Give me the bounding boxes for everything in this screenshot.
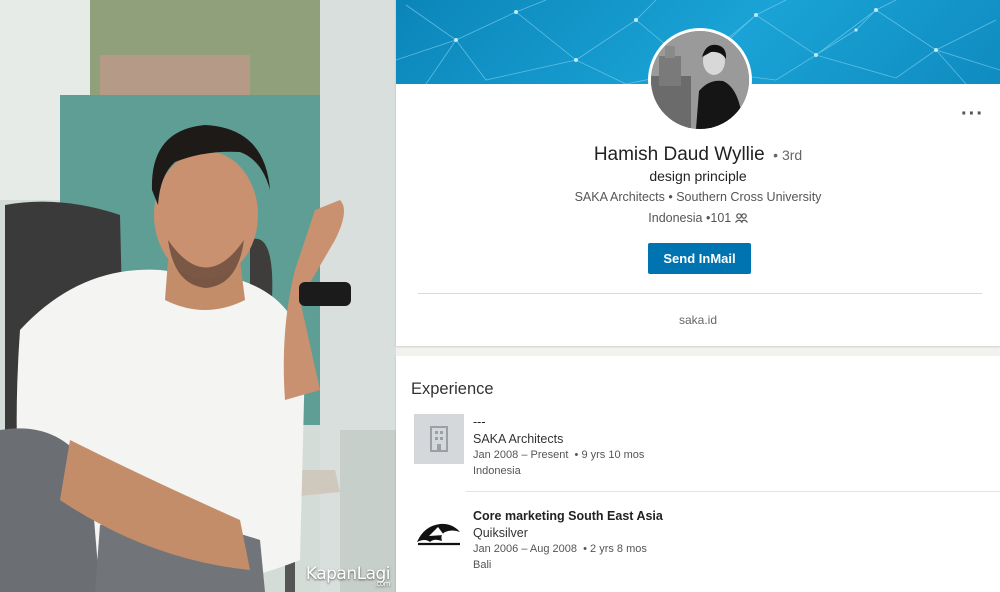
connections-count[interactable]: •101: [706, 211, 731, 225]
watermark-logo: KapanLagi .com: [305, 564, 391, 588]
profile-headline: design principle: [649, 168, 747, 184]
profile-location-row: Indonesia •101: [396, 211, 1000, 225]
experience-role: Core marketing South East Asia: [473, 509, 663, 523]
experience-dates: Jan 2008 – Present • 9 yrs 10 mos: [473, 449, 645, 461]
send-inmail-button[interactable]: Send InMail: [648, 243, 751, 274]
avatar-image: [651, 31, 749, 129]
experience-company: SAKA Architects: [473, 432, 564, 446]
building-icon: [414, 414, 464, 464]
photo-illustration: [0, 0, 396, 592]
profile-name: Hamish Daud Wyllie: [593, 144, 765, 165]
card-divider: [418, 293, 982, 294]
experience-divider: [466, 491, 1000, 492]
experience-location: Bali: [473, 559, 492, 571]
more-options-button[interactable]: ···: [961, 104, 984, 124]
experience-company: Quiksilver: [473, 526, 528, 540]
connection-degree: • 3rd: [773, 147, 803, 163]
quiksilver-logo-icon: [414, 508, 464, 558]
experience-details: Core marketing South East Asia Quiksilve…: [473, 508, 663, 573]
linkedin-profile: ··· Hamish Daud Wyllie • 3rd design prin…: [396, 0, 1000, 592]
profile-photo-large: KapanLagi .com: [0, 0, 396, 592]
experience-heading: Experience: [411, 380, 494, 398]
profile-website-link[interactable]: saka.id: [396, 313, 1000, 327]
ellipsis-icon: ···: [961, 103, 984, 125]
experience-dates: Jan 2006 – Aug 2008 • 2 yrs 8 mos: [473, 543, 647, 555]
profile-location: Indonesia: [648, 211, 703, 225]
profile-avatar[interactable]: [648, 28, 752, 132]
profile-top-card: ··· Hamish Daud Wyllie • 3rd design prin…: [396, 0, 1000, 346]
people-icon: [734, 211, 748, 225]
profile-name-row: Hamish Daud Wyllie • 3rd: [396, 144, 1000, 166]
experience-details: --- SAKA Architects Jan 2008 – Present •…: [473, 414, 644, 479]
profile-organizations: SAKA Architects • Southern Cross Univers…: [574, 190, 822, 204]
experience-role: ---: [473, 415, 486, 429]
experience-section: Experience --- SAKA Architects Jan 2008 …: [396, 356, 1000, 592]
experience-location: Indonesia: [473, 465, 521, 477]
